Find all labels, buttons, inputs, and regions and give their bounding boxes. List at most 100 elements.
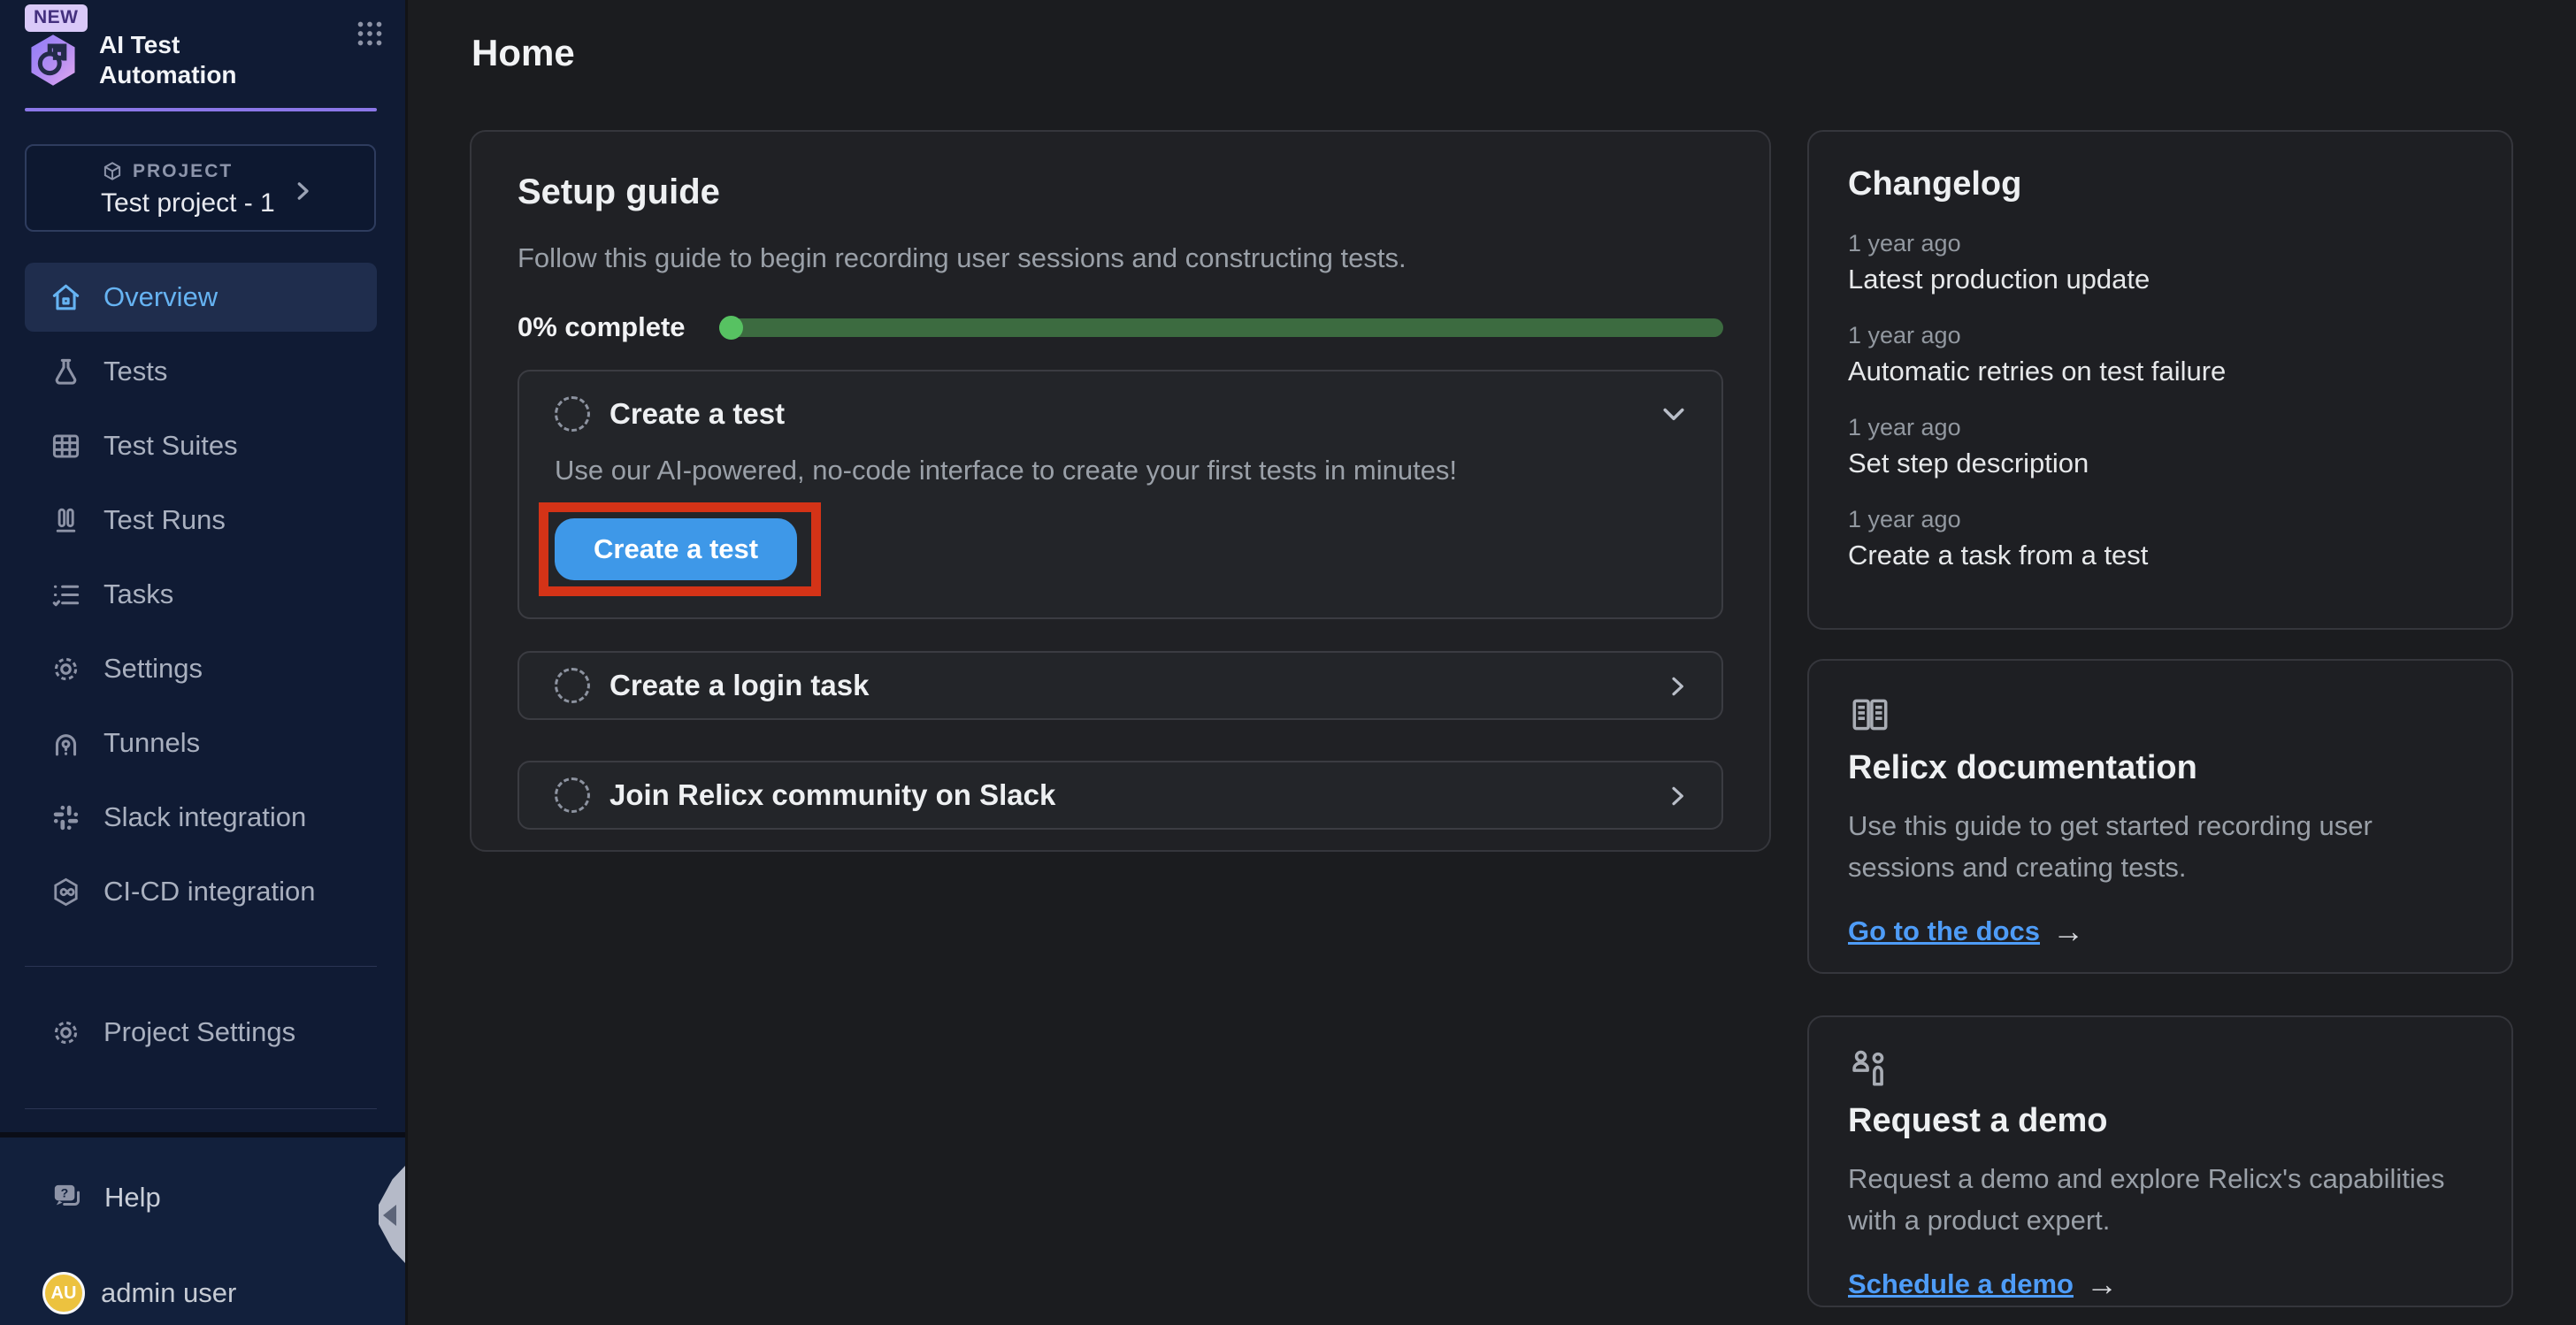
sidebar-item-label: Settings [104, 653, 203, 685]
project-name: Test project - 1 [101, 188, 275, 218]
incomplete-step-icon [555, 777, 590, 813]
sidebar-item-project-settings[interactable]: Project Settings [25, 998, 377, 1067]
tunnel-icon [50, 727, 82, 760]
schedule-demo-link[interactable]: Schedule a demo [1848, 1268, 2074, 1300]
sidebar-item-cicd-integration[interactable]: CI-CD integration [25, 857, 377, 926]
sidebar-item-tunnels[interactable]: Tunnels [25, 708, 377, 777]
collapse-arrow-icon [383, 1205, 396, 1226]
step-description: Use our AI-powered, no-code interface to… [555, 455, 1686, 486]
request-demo-title: Request a demo [1848, 1102, 2472, 1140]
home-icon [50, 281, 82, 314]
project-box-icon [101, 160, 124, 183]
step-title: Create a test [610, 397, 785, 431]
changelog-text: Automatic retries on test failure [1848, 356, 2472, 387]
page-title: Home [472, 32, 575, 74]
progress-label: 0% complete [518, 311, 686, 343]
changelog-time: 1 year ago [1848, 506, 2472, 533]
user-name: admin user [101, 1277, 236, 1309]
changelog-title: Changelog [1848, 165, 2472, 203]
changelog-time: 1 year ago [1848, 230, 2472, 257]
documentation-body: Use this guide to get started recording … [1848, 805, 2472, 888]
sidebar-item-settings[interactable]: Settings [25, 634, 377, 703]
create-a-test-button[interactable]: Create a test [555, 518, 797, 580]
people-icon [1848, 1045, 1892, 1090]
sidebar-item-label: Slack integration [104, 801, 306, 833]
sidebar-item-label: Tests [104, 356, 167, 387]
avatar: AU [42, 1272, 85, 1314]
sidebar-footer: ? Help AU admin user [0, 1132, 405, 1325]
changelog-card: Changelog 1 year ago Latest production u… [1807, 130, 2513, 630]
user-menu[interactable]: AU admin user [42, 1272, 236, 1314]
slack-icon [50, 801, 82, 834]
sidebar-item-label: Project Settings [104, 1016, 295, 1048]
test-tubes-icon [50, 504, 82, 537]
sidebar-item-label: CI-CD integration [104, 876, 315, 908]
setup-step-create-login-task[interactable]: Create a login task [518, 651, 1723, 720]
changelog-time: 1 year ago [1848, 414, 2472, 441]
progress-knob [719, 316, 743, 340]
table-grid-icon [50, 430, 82, 463]
changelog-entry: 1 year ago Automatic retries on test fai… [1848, 322, 2472, 387]
setup-guide-subtitle: Follow this guide to begin recording use… [518, 242, 1723, 274]
gear-icon [50, 653, 82, 685]
sidebar-item-label: Test Runs [104, 504, 226, 536]
sidebar-item-test-suites[interactable]: Test Suites [25, 411, 377, 480]
project-label: PROJECT [133, 161, 233, 182]
sidebar-divider [25, 966, 377, 967]
flask-icon [50, 356, 82, 388]
setup-guide-card: Setup guide Follow this guide to begin r… [470, 130, 1771, 852]
chevron-right-icon [1663, 782, 1691, 810]
request-demo-card: Request a demo Request a demo and explor… [1807, 1015, 2513, 1307]
svg-text:?: ? [61, 1186, 69, 1200]
sidebar-item-label: Tunnels [104, 727, 200, 759]
chevron-down-icon[interactable] [1658, 398, 1690, 430]
help-chat-icon: ? [50, 1180, 85, 1215]
sidebar-nav-secondary: Project Settings [25, 998, 377, 1072]
sidebar-item-tests[interactable]: Tests [25, 337, 377, 406]
changelog-time: 1 year ago [1848, 322, 2472, 349]
brand-title: AI Test Automation [99, 30, 237, 90]
project-selector[interactable]: PROJECT Test project - 1 [25, 144, 376, 232]
open-book-icon [1848, 693, 1892, 737]
sidebar-item-label: Tasks [104, 578, 173, 610]
app-logo-icon [25, 30, 81, 90]
brand-underline [25, 108, 377, 111]
changelog-entry: 1 year ago Latest production update [1848, 230, 2472, 295]
sidebar-item-overview[interactable]: Overview [25, 263, 377, 332]
go-to-docs-link[interactable]: Go to the docs [1848, 915, 2040, 947]
sidebar-item-label: Test Suites [104, 430, 238, 462]
incomplete-step-icon [555, 396, 590, 432]
setup-guide-title: Setup guide [518, 172, 1723, 212]
step-title: Create a login task [610, 669, 869, 702]
chevron-right-icon [289, 178, 316, 204]
arrow-right-icon: → [2052, 913, 2084, 950]
app-window: NEW AI Test Automation [0, 0, 2576, 1325]
new-badge: NEW [25, 4, 88, 32]
changelog-text: Set step description [1848, 448, 2472, 479]
chevron-right-icon [1663, 672, 1691, 701]
sidebar-divider [25, 1108, 377, 1109]
sidebar-item-label: Overview [104, 281, 218, 313]
request-demo-body: Request a demo and explore Relicx's capa… [1848, 1158, 2472, 1241]
app-switcher-grid-icon[interactable] [354, 18, 386, 50]
changelog-text: Create a task from a test [1848, 540, 2472, 571]
step-title: Join Relicx community on Slack [610, 778, 1055, 812]
sidebar-edge-divider [405, 0, 408, 1325]
arrow-right-icon: → [2086, 1266, 2118, 1303]
task-list-icon [50, 578, 82, 611]
help-button[interactable]: ? Help [50, 1180, 161, 1215]
setup-step-join-slack-community[interactable]: Join Relicx community on Slack [518, 761, 1723, 830]
sidebar-item-slack-integration[interactable]: Slack integration [25, 783, 377, 852]
sidebar-item-tasks[interactable]: Tasks [25, 560, 377, 629]
sidebar-item-test-runs[interactable]: Test Runs [25, 486, 377, 555]
incomplete-step-icon [555, 668, 590, 703]
brand: AI Test Automation [25, 30, 377, 90]
help-label: Help [104, 1182, 161, 1214]
gear-icon [50, 1016, 82, 1049]
changelog-text: Latest production update [1848, 264, 2472, 295]
setup-progress: 0% complete [518, 311, 1723, 343]
changelog-entry: 1 year ago Create a task from a test [1848, 506, 2472, 571]
documentation-title: Relicx documentation [1848, 749, 2472, 787]
progress-bar [719, 318, 1723, 337]
setup-step-create-a-test[interactable]: Create a test Use our AI-powered, no-cod… [518, 370, 1723, 619]
